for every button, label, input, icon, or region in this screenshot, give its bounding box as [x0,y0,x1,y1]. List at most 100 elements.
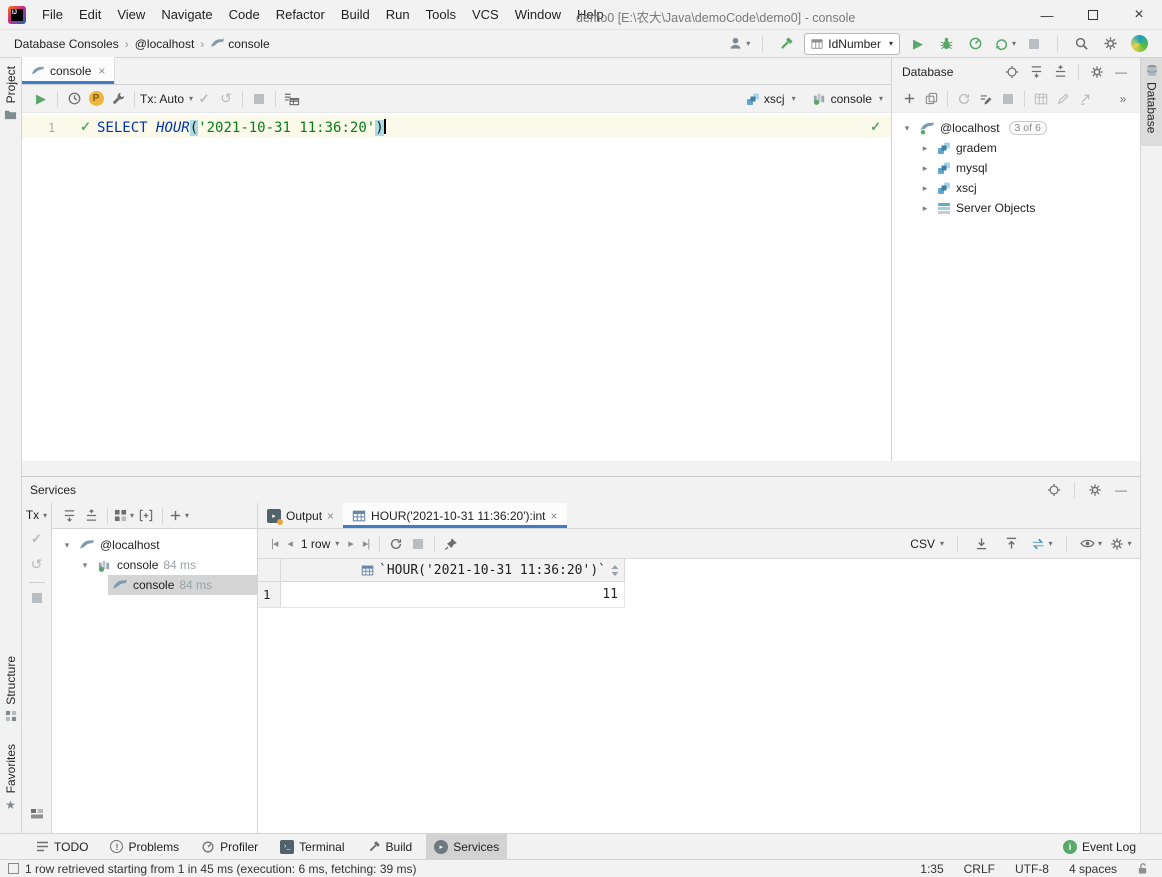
chevron-down-icon[interactable]: ▾ [900,123,914,134]
tab-output[interactable]: ▸ Output × [258,503,343,528]
session-select[interactable]: console ▾ [812,91,883,106]
menu-file[interactable]: File [34,3,71,26]
debug-button[interactable] [936,33,958,55]
collapse-all-button[interactable] [1049,61,1071,83]
tab-result[interactable]: HOUR('2021-10-31 11:36:20'):int × [343,503,566,528]
open-table-button[interactable] [1030,88,1052,110]
grid-column-header[interactable]: `HOUR('2021-10-31 11:36:20')` [281,559,625,582]
stop-db-button[interactable] [997,88,1019,110]
expand-all-button[interactable] [58,505,80,527]
add-datasource-button[interactable] [898,88,920,110]
tool-button-problems[interactable]: ! Problems [102,834,187,860]
breadcrumb-console[interactable]: console [226,37,271,51]
menu-window[interactable]: Window [507,3,569,26]
grid-corner-cell[interactable] [258,559,281,582]
close-tab-icon[interactable]: × [327,509,334,523]
refresh-button[interactable] [953,88,975,110]
console-settings-button[interactable] [107,88,129,110]
run-button[interactable]: ▶ [907,33,929,55]
parameters-button[interactable]: P [85,88,107,110]
reload-page-button[interactable] [385,533,407,555]
open-in-new-tab-button[interactable] [135,505,157,527]
menu-view[interactable]: View [109,3,153,26]
editor-tab-console[interactable]: console × [22,57,115,84]
stop-button[interactable] [1023,33,1045,55]
add-service-button[interactable]: ▾ [168,505,190,527]
breadcrumb-database-consoles[interactable]: Database Consoles [12,37,121,51]
tool-tab-structure[interactable]: Structure [0,650,21,728]
modify-schema-button[interactable] [975,88,997,110]
build-project-button[interactable] [775,33,797,55]
tool-tab-database[interactable]: Database [1141,58,1162,146]
tool-button-profiler[interactable]: Profiler [193,834,266,860]
grid-settings-button[interactable]: ▾ [1110,533,1132,555]
tree-row-xscj[interactable]: ▸ xscj [892,178,1140,198]
locate-object-button[interactable] [1001,61,1023,83]
view-options-button[interactable]: ▾ [1080,533,1102,555]
indent-indicator[interactable]: 4 spaces [1069,862,1117,876]
hide-services-button[interactable]: — [1110,479,1132,501]
menu-refactor[interactable]: Refactor [268,3,333,26]
line-separator-indicator[interactable]: CRLF [964,862,995,876]
tool-button-terminal[interactable]: ›_ Terminal [272,834,352,860]
in-editor-results-button[interactable] [281,88,303,110]
lock-icon[interactable] [1137,862,1148,875]
execute-button[interactable]: ▶ [30,88,52,110]
services-settings-button[interactable] [1084,479,1106,501]
stop-console-button[interactable] [248,88,270,110]
tree-row-server-objects[interactable]: ▸ Server Objects [892,198,1140,218]
user-account-button[interactable]: ▾ [728,33,750,55]
chevron-down-icon[interactable]: ▾ [78,560,92,571]
first-page-button[interactable]: |◂ [266,537,282,550]
tree-row-session[interactable]: ▾ console 84 ms [52,555,257,575]
plugin-button[interactable] [1128,33,1150,55]
database-settings-button[interactable] [1086,61,1108,83]
close-tab-icon[interactable]: × [551,509,558,523]
close-tab-icon[interactable]: × [98,64,105,78]
caret-position[interactable]: 1:35 [920,862,943,876]
encoding-indicator[interactable]: UTF-8 [1015,862,1049,876]
rollback-button[interactable]: ↺ [31,556,43,573]
hide-panel-button[interactable]: — [1110,61,1132,83]
rerun-with-dropdown-button[interactable]: ▾ [994,33,1016,55]
group-by-button[interactable]: ▾ [113,505,135,527]
tool-button-build[interactable]: Build [359,834,421,860]
menu-run[interactable]: Run [378,3,418,26]
maximize-button[interactable] [1070,0,1116,30]
layout-button[interactable] [30,808,44,823]
tree-row-gradem[interactable]: ▸ gradem [892,138,1140,158]
transpose-button[interactable]: ▾ [1031,533,1053,555]
breadcrumb-localhost[interactable]: @localhost [133,37,197,51]
chevron-right-icon[interactable]: ▸ [918,183,932,194]
schema-select[interactable]: xscj ▾ [746,92,796,106]
menu-code[interactable]: Code [221,3,268,26]
sort-icon[interactable] [611,565,619,576]
menu-build[interactable]: Build [333,3,378,26]
export-data-button[interactable] [971,533,993,555]
menu-vcs[interactable]: VCS [464,3,507,26]
grid-data-row[interactable]: 1 11 [258,582,625,608]
stop-session-button[interactable] [32,592,42,606]
search-everywhere-button[interactable] [1070,33,1092,55]
commit-button[interactable]: ✓ [31,531,42,547]
locate-button[interactable] [1043,479,1065,501]
tree-row-localhost[interactable]: ▾ @localhost [52,535,257,555]
chevron-down-icon[interactable]: ▾ [60,540,74,551]
tx-mode-select[interactable]: Tx: Auto ▾ [140,92,193,106]
collapse-all-button[interactable] [80,505,102,527]
page-size-select[interactable]: 1 row ▾ [297,537,343,551]
profile-button[interactable] [965,33,987,55]
chevron-right-icon[interactable]: ▸ [918,143,932,154]
rollback-button[interactable]: ↺ [215,88,237,110]
next-page-button[interactable]: ▸ [343,537,358,550]
more-actions-button[interactable]: » [1112,88,1134,110]
run-configuration-select[interactable]: IdNumber ▾ [804,33,900,55]
chevron-right-icon[interactable]: ▸ [918,163,932,174]
menu-tools[interactable]: Tools [418,3,464,26]
stop-query-button[interactable] [407,533,429,555]
import-data-button[interactable] [1001,533,1023,555]
close-button[interactable]: × [1116,0,1162,30]
tree-row-console-selected[interactable]: console 84 ms [108,575,257,595]
menu-edit[interactable]: Edit [71,3,109,26]
pin-tab-button[interactable] [440,533,462,555]
